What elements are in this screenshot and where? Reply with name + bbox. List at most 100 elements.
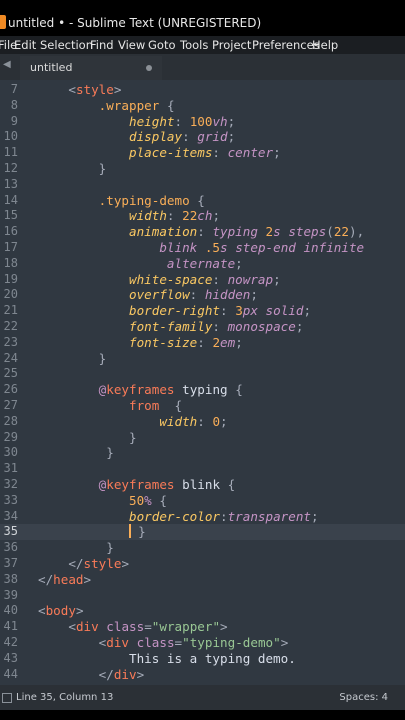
line-number: 32 [3,477,18,491]
code-text[interactable]: display: grid; [38,129,235,145]
menu-view[interactable]: View [118,38,145,52]
code-line[interactable]: 18 alternate; [0,256,405,272]
code-line[interactable]: 11 place-items: center; [0,145,405,161]
code-text[interactable]: @keyframes typing { [38,382,243,398]
code-text[interactable]: } [38,351,107,367]
code-text[interactable]: </head> [38,572,91,588]
line-number: 42 [3,635,18,649]
editor-area[interactable]: 7 <style> 8 .wrapper {9 height: 100vh; 10 … [0,80,405,685]
indentation-setting[interactable]: Spaces: 4 [339,692,388,703]
tab-label: untitled [30,61,73,74]
code-text[interactable]: .typing-demo { [38,193,205,209]
menu-tools[interactable]: Tools [180,38,208,52]
code-line[interactable]: 32 @keyframes blink { [0,477,405,493]
code-line[interactable]: 8 .wrapper { [0,98,405,114]
code-text[interactable]: } [38,161,107,177]
code-text[interactable]: font-size: 2em; [38,335,243,351]
code-line[interactable]: 44 </div> [0,667,405,683]
code-line[interactable]: 16 animation: typing 2s steps(22), [0,224,405,240]
code-line[interactable]: 13 [0,177,405,193]
code-line[interactable]: 12 } [0,161,405,177]
code-line[interactable]: 27 from { [0,398,405,414]
code-text[interactable]: } [38,540,114,556]
code-text[interactable]: 50% { [38,493,167,509]
tab-scroll-left-icon[interactable]: ◀ [3,59,11,70]
sublime-app-icon [0,15,6,29]
line-number: 31 [3,461,18,476]
menu-find[interactable]: Find [90,38,114,52]
code-line[interactable]: 37 </style> [0,556,405,572]
code-text[interactable]: animation: typing 2s steps(22), [38,224,364,240]
line-number: 40 [3,603,18,618]
code-line[interactable]: 7 <style> [0,82,405,98]
code-line[interactable]: 36 } [0,540,405,556]
code-text[interactable]: from { [38,398,182,414]
code-line[interactable]: 34 border-color:transparent; [0,509,405,525]
code-text[interactable]: blink .5s step-end infinite [38,240,364,256]
menu-help[interactable]: Help [312,38,338,52]
code-text[interactable]: <div class="wrapper"> [38,619,227,635]
code-text[interactable]: border-right: 3px solid; [38,303,311,319]
code-text[interactable]: </style> [38,556,129,572]
code-line[interactable]: 39 [0,588,405,604]
menu-project[interactable]: Project [212,38,251,52]
code-text[interactable]: font-family: monospace; [38,319,303,335]
line-number: 35 [3,524,18,539]
code-line[interactable]: 43 This is a typing demo. [0,651,405,667]
code-line[interactable]: 26 @keyframes typing { [0,382,405,398]
code-text[interactable]: } [38,445,114,461]
menu-goto[interactable]: Goto [148,38,176,52]
code-line[interactable]: 40 <body> [0,603,405,619]
code-text[interactable]: height: 100vh; [38,114,235,130]
code-line[interactable]: 19 white-space: nowrap; [0,272,405,288]
code-text[interactable]: white-space: nowrap; [38,272,281,288]
line-number: 20 [3,287,18,302]
code-line[interactable]: 35 } [0,524,405,541]
menu-selection[interactable]: Selection [40,38,93,52]
code-line[interactable]: 21 border-right: 3px solid; [0,303,405,319]
unsaved-dot-icon[interactable] [146,65,152,71]
line-number: 29 [3,429,18,444]
line-number: 12 [3,161,18,175]
code-text[interactable]: overflow: hidden; [38,287,258,303]
code-line[interactable]: 20 overflow: hidden; [0,287,405,303]
code-line[interactable]: 9 height: 100vh; [0,114,405,130]
code-text[interactable]: width: 0; [38,414,227,430]
code-text[interactable]: width: 22ch; [38,208,220,224]
code-text[interactable]: .wrapper { [38,98,175,114]
code-line[interactable]: 30 } [0,445,405,461]
code-text[interactable]: alternate; [38,256,243,272]
line-number: 17 [3,240,18,254]
code-line[interactable]: 28 width: 0; [0,414,405,430]
code-text[interactable]: <div class="typing-demo"> [38,635,289,651]
code-line[interactable]: 23 font-size: 2em; [0,335,405,351]
line-number: 39 [3,587,18,602]
code-text[interactable]: <body> [38,603,84,619]
panel-toggle-icon[interactable] [2,693,12,703]
code-line[interactable]: 10 display: grid; [0,129,405,145]
code-line[interactable]: 29 } [0,430,405,446]
menu-preferences[interactable]: Preferences [252,38,320,52]
code-text[interactable]: } [38,430,137,446]
menu-edit[interactable]: Edit [14,38,36,52]
code-line[interactable]: 41 <div class="wrapper"> [0,619,405,635]
code-line[interactable]: 38 </head> [0,572,405,588]
code-line[interactable]: 14 .typing-demo { [0,193,405,209]
code-line[interactable]: 24 } [0,351,405,367]
code-text[interactable]: border-color:transparent; [38,509,319,525]
code-line[interactable]: 15 width: 22ch; [0,208,405,224]
tab-untitled[interactable]: untitled [20,56,162,82]
code-text[interactable]: } [38,524,146,540]
code-text[interactable]: </div> [38,667,145,683]
code-text[interactable]: <style> [38,82,121,98]
menu-bar: File Edit Selection Find View Goto Tools… [0,36,405,54]
code-line[interactable]: 17 blink .5s step-end infinite [0,240,405,256]
code-line[interactable]: 33 50% { [0,493,405,509]
code-text[interactable]: place-items: center; [38,145,281,161]
code-line[interactable]: 31 [0,461,405,477]
code-text[interactable]: This is a typing demo. [38,651,296,667]
code-line[interactable]: 25 [0,366,405,382]
code-line[interactable]: 22 font-family: monospace; [0,319,405,335]
code-text[interactable]: @keyframes blink { [38,477,236,493]
code-line[interactable]: 42 <div class="typing-demo"> [0,635,405,651]
